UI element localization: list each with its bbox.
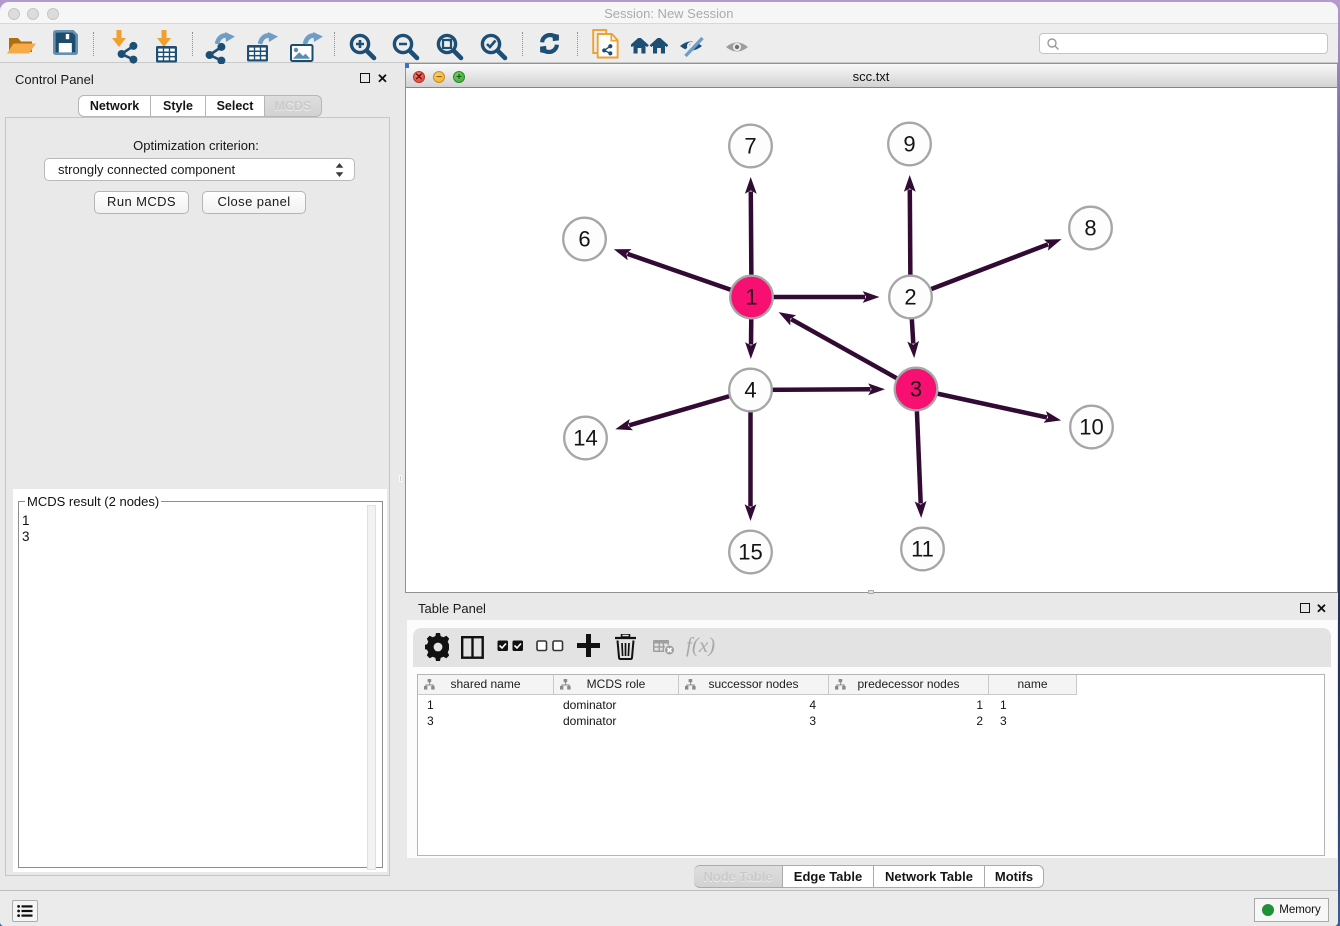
svg-text:9: 9 bbox=[903, 132, 915, 157]
svg-text:4: 4 bbox=[744, 378, 756, 403]
svg-text:8: 8 bbox=[1084, 216, 1096, 241]
svg-text:10: 10 bbox=[1079, 415, 1103, 440]
svg-text:7: 7 bbox=[744, 134, 756, 159]
svg-text:2: 2 bbox=[904, 285, 916, 310]
svg-text:11: 11 bbox=[911, 537, 934, 562]
svg-text:6: 6 bbox=[578, 227, 590, 252]
svg-text:1: 1 bbox=[745, 285, 757, 310]
svg-text:3: 3 bbox=[909, 377, 921, 402]
svg-text:f(x): f(x) bbox=[686, 636, 715, 657]
svg-text:15: 15 bbox=[738, 540, 762, 565]
svg-text:14: 14 bbox=[573, 426, 597, 451]
